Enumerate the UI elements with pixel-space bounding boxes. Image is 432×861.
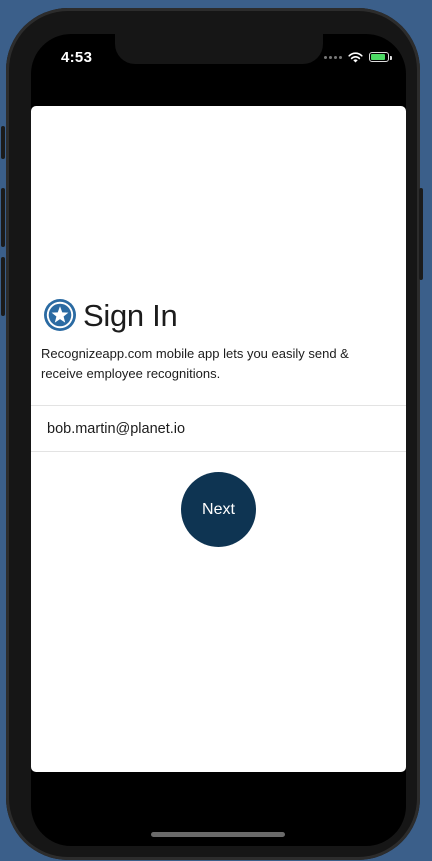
cellular-signal-icon <box>324 55 342 59</box>
battery-charging-icon <box>369 52 392 62</box>
page-title: Sign In <box>83 297 178 333</box>
email-field-row <box>31 405 406 452</box>
signin-description: Recognizeapp.com mobile app lets you eas… <box>41 346 349 381</box>
status-time: 4:53 <box>61 49 93 66</box>
star-badge-icon <box>44 299 76 331</box>
home-indicator <box>151 832 285 837</box>
next-button[interactable]: Next <box>181 472 256 547</box>
volume-up-button <box>1 188 5 247</box>
title-row: Sign In <box>43 297 178 333</box>
status-icons <box>324 50 392 64</box>
silent-switch <box>1 126 5 159</box>
email-field[interactable] <box>47 406 387 451</box>
signin-card: Sign In Recognizeapp.com mobile app lets… <box>31 106 406 772</box>
screen: 4:53 Sign In Recognizeapp.com mobile app… <box>31 34 406 846</box>
wifi-icon <box>348 51 363 62</box>
notch <box>115 34 323 64</box>
power-button <box>419 188 423 280</box>
volume-down-button <box>1 257 5 316</box>
phone-frame: 4:53 Sign In Recognizeapp.com mobile app… <box>1 8 423 860</box>
battery-fill <box>371 54 385 60</box>
